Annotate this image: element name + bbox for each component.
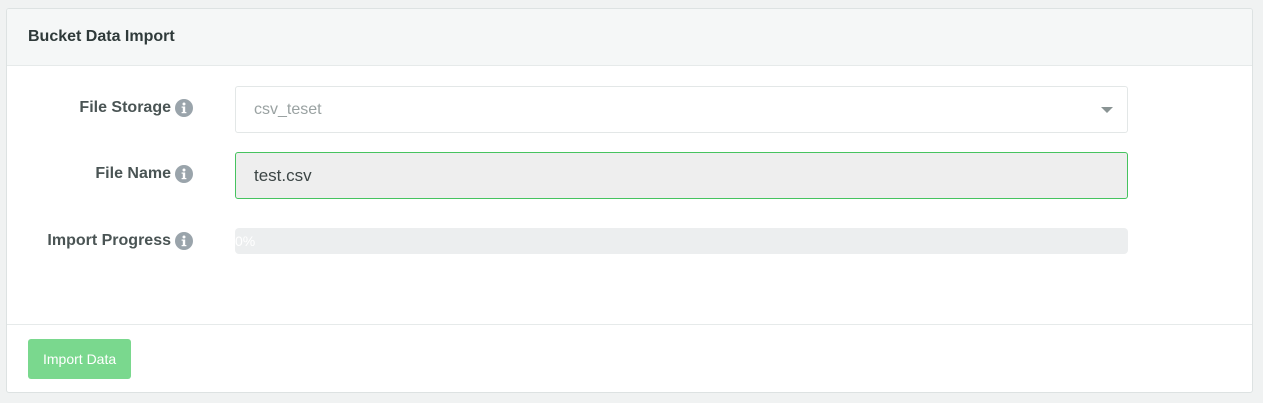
- file-storage-row: File Storage csv_teset: [7, 86, 1252, 133]
- file-name-row: File Name test.csv: [7, 152, 1252, 199]
- panel-title: Bucket Data Import: [28, 28, 175, 45]
- info-icon[interactable]: [175, 165, 193, 183]
- file-name-value: test.csv: [254, 165, 312, 185]
- info-icon[interactable]: [175, 232, 193, 250]
- import-progress-bar: 0%: [235, 228, 1128, 254]
- file-storage-selected-value: csv_teset: [254, 100, 322, 118]
- file-name-label-group: File Name: [95, 165, 193, 183]
- chevron-down-icon: [1101, 107, 1113, 113]
- import-data-button[interactable]: Import Data: [28, 339, 132, 379]
- file-storage-select[interactable]: csv_teset: [235, 86, 1128, 133]
- import-progress-label: Import Progress: [47, 232, 171, 249]
- file-storage-label: File Storage: [79, 99, 171, 116]
- file-storage-label-group: File Storage: [79, 99, 193, 117]
- file-name-label: File Name: [95, 165, 171, 182]
- panel-body: File Storage csv_teset File Name test.cs…: [7, 66, 1252, 324]
- info-icon[interactable]: [175, 99, 193, 117]
- file-name-field[interactable]: test.csv: [235, 152, 1128, 199]
- panel-footer: Import Data: [7, 324, 1252, 392]
- panel-header: Bucket Data Import: [7, 9, 1252, 66]
- import-progress-row: Import Progress 0%: [7, 228, 1252, 254]
- progress-percent-text: 0%: [235, 233, 256, 249]
- import-progress-label-group: Import Progress: [47, 232, 193, 250]
- bucket-import-panel: Bucket Data Import File Storage csv_tese…: [6, 8, 1253, 393]
